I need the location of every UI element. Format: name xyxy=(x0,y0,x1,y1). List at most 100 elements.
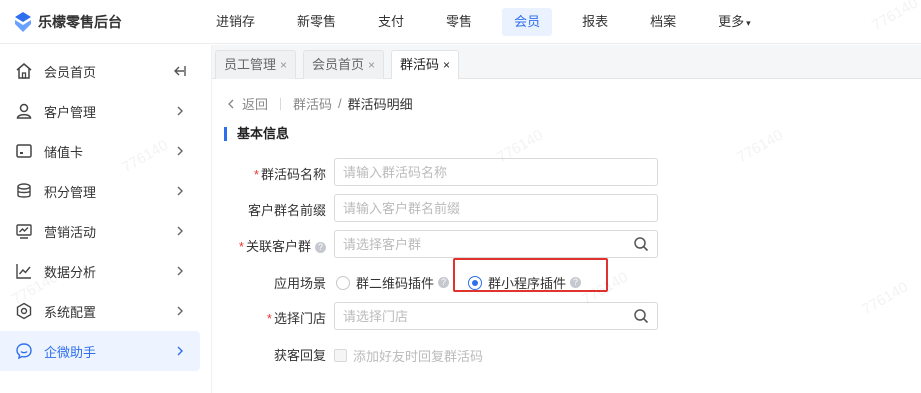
caret-down-icon: ▾ xyxy=(746,18,751,28)
sidebar-item-marketing[interactable]: 营销活动 xyxy=(0,211,200,251)
sidebar-item-member-home[interactable]: 会员首页 xyxy=(0,51,200,91)
topnav-new-retail[interactable]: 新零售 xyxy=(285,8,348,36)
main-content: 返回 群活码 / 群活码明细 基本信息 *群活码名称 客户群名前缀 *关联客户群… xyxy=(212,80,921,393)
required-mark: * xyxy=(253,167,259,182)
top-nav: 进销存 新零售 支付 零售 会员 报表 档案 更多 ▾ xyxy=(204,8,781,36)
form-row-prefix: 客户群名前缀 xyxy=(212,194,921,222)
radio-label: 群二维码插件 xyxy=(356,276,435,291)
customer-group-select[interactable] xyxy=(334,230,658,258)
topnav-label: 进销存 xyxy=(216,14,256,29)
breadcrumb-parent[interactable]: 群活码 xyxy=(293,94,332,113)
required-mark: * xyxy=(238,239,244,254)
close-icon[interactable]: × xyxy=(368,58,375,72)
sidebar-item-label: 积分管理 xyxy=(44,184,97,200)
chevron-right-icon xyxy=(177,226,183,236)
topnav-label: 更多 xyxy=(718,14,745,29)
help-icon[interactable]: ? xyxy=(570,277,582,288)
breadcrumb: 返回 群活码 / 群活码明细 xyxy=(226,94,413,113)
field-label: * 群活码名称 xyxy=(254,164,326,183)
topnav-label: 零售 xyxy=(446,14,473,29)
field-label: * 关联客户群? xyxy=(239,236,326,255)
topnav-retail[interactable]: 零售 xyxy=(434,8,484,36)
chevron-left-icon[interactable] xyxy=(226,99,236,109)
form-row-name: * 群活码名称 xyxy=(212,158,921,186)
sidebar: 会员首页 客户管理 储值卡 积分管理 营销活动 数据分析 系统配置 企微助手 xyxy=(0,45,212,393)
search-icon[interactable] xyxy=(633,308,649,324)
radio-label: 群小程序插件 xyxy=(488,276,567,291)
close-icon[interactable]: × xyxy=(280,58,287,72)
radio-circle-selected[interactable] xyxy=(468,275,482,290)
reply-checkbox[interactable]: 添加好友时回复群活码 xyxy=(334,346,483,365)
chevron-right-icon xyxy=(177,266,183,276)
topnav-label: 新零售 xyxy=(297,14,337,29)
sidebar-item-label: 营销活动 xyxy=(44,224,97,240)
card-icon xyxy=(16,144,32,158)
chevron-right-icon xyxy=(177,346,183,356)
tab-member-home[interactable]: 会员首页 × xyxy=(303,50,385,79)
tab-label: 员工管理 xyxy=(224,57,277,72)
settings-icon xyxy=(16,302,32,320)
search-icon[interactable] xyxy=(633,236,649,252)
sidebar-item-stored-value-card[interactable]: 储值卡 xyxy=(0,131,200,171)
topnav-label: 支付 xyxy=(378,14,405,29)
chevron-right-icon xyxy=(177,146,183,156)
tab-bar: 员工管理 × 会员首页 × 群活码 × xyxy=(212,45,921,79)
breadcrumb-separator: / xyxy=(338,96,342,111)
sidebar-item-label: 客户管理 xyxy=(44,104,97,120)
field-label: 客户群名前缀 xyxy=(248,200,326,219)
group-code-name-input[interactable] xyxy=(334,158,658,186)
sidebar-item-label: 企微助手 xyxy=(44,344,97,360)
sidebar-item-analytics[interactable]: 数据分析 xyxy=(0,251,200,291)
sidebar-item-points[interactable]: 积分管理 xyxy=(0,171,200,211)
topnav-member[interactable]: 会员 xyxy=(502,8,553,36)
breadcrumb-current: 群活码明细 xyxy=(347,97,413,112)
field-label-text: 群活码名称 xyxy=(260,167,326,182)
topnav-label: 会员 xyxy=(514,14,541,29)
monitor-chart-icon xyxy=(16,224,32,239)
sidebar-item-label: 数据分析 xyxy=(44,264,97,280)
chevron-right-icon xyxy=(177,106,183,116)
topnav-payment[interactable]: 支付 xyxy=(366,8,416,36)
section-title: 基本信息 xyxy=(224,127,289,141)
checkbox-box[interactable] xyxy=(334,349,347,362)
field-label-text: 关联客户群 xyxy=(245,239,311,254)
topnav-more[interactable]: 更多 ▾ xyxy=(706,8,763,36)
tab-label: 会员首页 xyxy=(312,57,365,72)
field-label: 应用场景 xyxy=(274,273,326,292)
brand-logo-icon xyxy=(15,12,31,32)
sidebar-item-label: 系统配置 xyxy=(44,304,97,320)
topnav-label: 档案 xyxy=(650,14,677,29)
form-row-store: * 选择门店 xyxy=(212,302,921,330)
radio-circle[interactable] xyxy=(336,275,350,290)
user-icon xyxy=(16,103,32,119)
field-label-text: 获客回复 xyxy=(273,348,326,363)
radio-qr-plugin[interactable]: 群二维码插件 ? xyxy=(336,273,450,292)
sidebar-item-system-config[interactable]: 系统配置 xyxy=(0,291,200,331)
field-label-text: 客户群名前缀 xyxy=(247,203,326,218)
checkbox-label: 添加好友时回复群活码 xyxy=(353,349,484,364)
home-icon xyxy=(16,63,32,79)
radio-miniprogram-plugin[interactable]: 群小程序插件 ? xyxy=(468,273,582,292)
collapse-left-icon[interactable] xyxy=(172,64,186,78)
group-name-prefix-input[interactable] xyxy=(334,194,658,222)
help-icon[interactable]: ? xyxy=(438,277,450,288)
topnav-inventory[interactable]: 进销存 xyxy=(204,8,267,36)
sidebar-item-customers[interactable]: 客户管理 xyxy=(0,91,200,131)
tab-group-live-code[interactable]: 群活码 × xyxy=(391,50,460,79)
database-icon xyxy=(17,183,31,198)
brand-name: 乐檬零售后台 xyxy=(38,14,122,30)
tab-staff-management[interactable]: 员工管理 × xyxy=(215,50,297,79)
back-link[interactable]: 返回 xyxy=(242,94,268,113)
top-bar: 乐檬零售后台 进销存 新零售 支付 零售 会员 报表 档案 更多 ▾ xyxy=(0,0,921,44)
sidebar-item-wecom-assistant[interactable]: 企微助手 xyxy=(0,331,200,371)
topnav-archive[interactable]: 档案 xyxy=(638,8,688,36)
brand[interactable]: 乐檬零售后台 xyxy=(14,12,122,32)
store-select[interactable] xyxy=(334,302,658,330)
required-mark: * xyxy=(266,311,272,326)
chevron-right-icon xyxy=(177,186,183,196)
close-icon[interactable]: × xyxy=(443,58,450,72)
form-row-group: * 关联客户群? xyxy=(212,230,921,258)
help-icon[interactable]: ? xyxy=(315,242,326,253)
topnav-reports[interactable]: 报表 xyxy=(570,8,620,36)
tab-label: 群活码 xyxy=(400,57,440,72)
